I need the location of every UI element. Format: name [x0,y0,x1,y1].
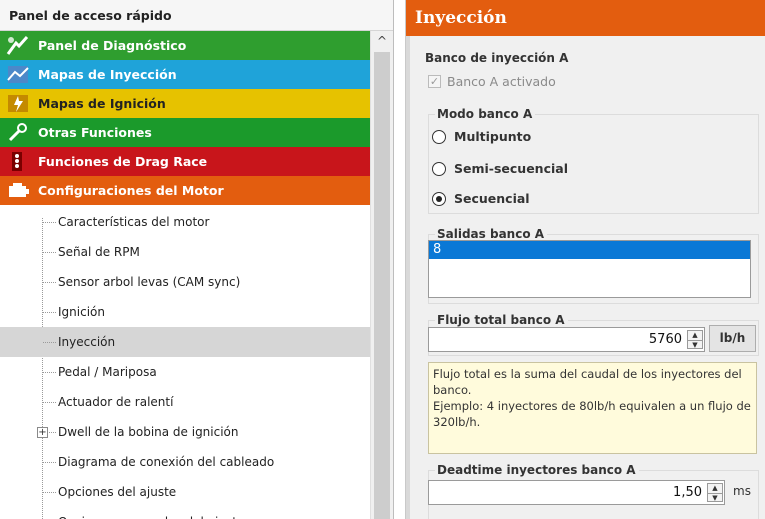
tree-item-label: Pedal / Mariposa [58,365,157,379]
tree-item-label: Opciones avanzadas del ajuste [58,515,244,519]
tree-tick [43,462,56,463]
category-label: Mapas de Inyección [38,67,177,82]
tree-item-label: Diagrama de conexión del cableado [58,455,275,469]
deadtime-group-legend: Deadtime inyectores banco A [435,463,639,477]
category-4[interactable]: Funciones de Drag Race [0,147,370,176]
diagnostic-icon [5,34,31,57]
flow-unit-button[interactable]: lb/h [709,325,756,352]
radio-circle-icon[interactable] [432,191,446,206]
flow-total-stepper[interactable]: 5760 ▲ ▼ [428,327,705,352]
tools-icon [5,121,31,144]
tree-item-label: Actuador de ralentí [58,395,174,409]
category-label: Mapas de Ignición [38,96,166,111]
bank-a-enabled-label: Banco A activado [447,74,556,89]
radio-multipunto[interactable]: Multipunto [432,129,531,144]
info-text: Flujo total es la suma del caudal de los… [433,367,751,429]
tree-item-label: Ignición [58,305,105,319]
deadtime-stepper[interactable]: 1,50 ▲ ▼ [428,480,725,505]
outputs-listbox[interactable]: 8 [428,240,751,298]
category-label: Configuraciones del Motor [38,183,224,198]
tree-tick [43,222,56,223]
info-box: Flujo total es la suma del caudal de los… [428,362,757,454]
tree-item-label: Inyección [58,335,116,349]
expand-plus-icon[interactable]: + [37,427,48,438]
scrollbar[interactable]: ^ [370,31,393,519]
category-label: Otras Funciones [38,125,152,140]
listbox-item-selected[interactable]: 8 [429,241,750,259]
flow-total-value[interactable]: 5760 [649,328,682,351]
tree-item-label: Características del motor [58,215,210,229]
outputs-group-legend: Salidas banco A [435,227,548,241]
bank-a-label: Banco de inyección A [425,51,569,65]
flow-group-legend: Flujo total banco A [435,313,568,327]
radio-label: Secuencial [454,191,530,206]
tree-item[interactable]: Opciones avanzadas del ajuste [0,507,370,519]
category-5[interactable]: Configuraciones del Motor [0,176,370,205]
category-3[interactable]: Otras Funciones [0,118,370,147]
mode-group-legend: Modo banco A [435,107,536,121]
deadtime-unit: ms [733,484,751,498]
engine-icon [5,179,31,202]
radio-secuencial[interactable]: Secuencial [432,191,530,206]
radio-label: Semi-secuencial [454,161,568,176]
stepper-down-icon[interactable]: ▼ [688,340,702,349]
stepper-down-icon[interactable]: ▼ [708,493,722,502]
app-window: Panel de acceso rápido Panel de Diagnóst… [0,0,765,519]
tree-item-label: Señal de RPM [58,245,140,259]
category-label: Panel de Diagnóstico [38,38,187,53]
checkbox-check-icon[interactable]: ✓ [428,75,441,88]
panel-header: Inyección [406,0,765,36]
ignition-map-icon [5,92,31,115]
tree-item-label: Sensor arbol levas (CAM sync) [58,275,241,289]
scroll-thumb[interactable] [374,52,390,519]
tree-tick [43,252,56,253]
quick-access-title: Panel de acceso rápido [0,0,393,31]
drag-race-icon [5,150,31,173]
tree-item-label: Dwell de la bobina de ignición [58,425,239,439]
stepper-buttons[interactable]: ▲ ▼ [707,483,723,502]
tree-tick [43,312,56,313]
stepper-up-icon[interactable]: ▲ [708,484,722,493]
radio-circle-icon[interactable] [432,129,446,144]
radio-semi-secuencial[interactable]: Semi-secuencial [432,161,568,176]
bank-a-enabled-checkbox[interactable]: ✓ Banco A activado [428,74,556,89]
tree-tick [43,402,56,403]
category-2[interactable]: Mapas de Ignición [0,89,370,118]
stepper-up-icon[interactable]: ▲ [688,331,702,340]
quick-access-panel: Panel de acceso rápido Panel de Diagnóst… [0,0,394,519]
stepper-buttons[interactable]: ▲ ▼ [687,330,703,349]
tree-tick [43,492,56,493]
tree-tick [43,372,56,373]
radio-circle-icon[interactable] [432,161,446,176]
injection-map-icon [5,63,31,86]
tree-tick [43,282,56,283]
tree-item-label: Opciones del ajuste [58,485,177,499]
radio-label: Multipunto [454,129,532,144]
category-label: Funciones de Drag Race [38,154,208,169]
deadtime-value[interactable]: 1,50 [673,481,702,504]
tree-tick [43,342,56,343]
category-0[interactable]: Panel de Diagnóstico [0,31,370,60]
scroll-up-icon[interactable]: ^ [371,31,393,51]
category-1[interactable]: Mapas de Inyección [0,60,370,89]
